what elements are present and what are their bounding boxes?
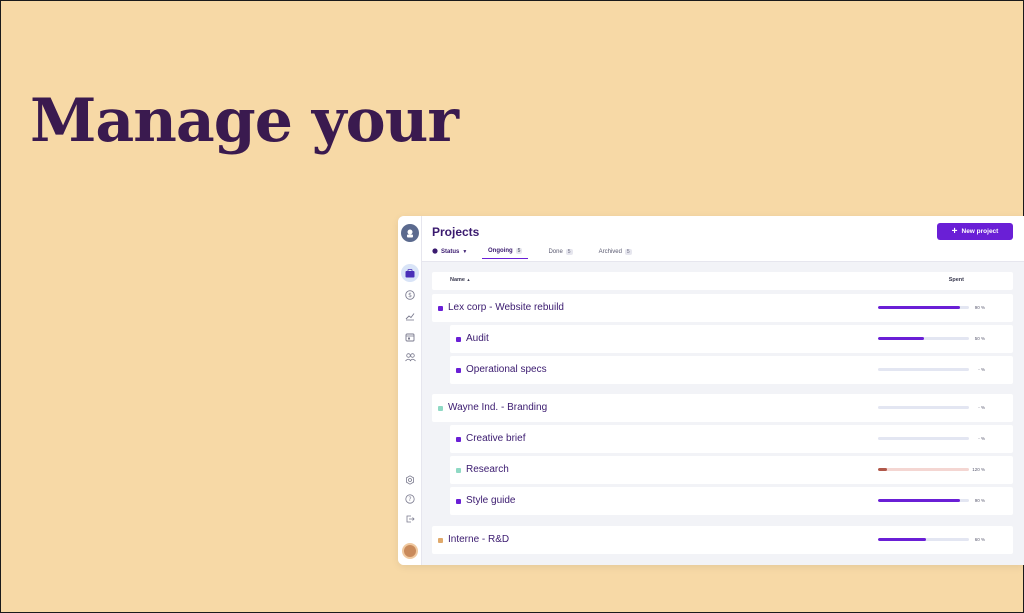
project-name[interactable]: Wayne Ind. - Branding bbox=[448, 402, 547, 413]
project-color-dot bbox=[456, 437, 461, 442]
spent-progress-bar bbox=[878, 468, 969, 471]
spent-progress-bar bbox=[878, 306, 969, 309]
chevron-down-icon: ▼ bbox=[462, 249, 468, 255]
project-color-dot bbox=[456, 499, 461, 504]
chart-icon[interactable] bbox=[404, 310, 416, 322]
dollar-icon[interactable]: $ bbox=[404, 289, 416, 301]
project-color-dot bbox=[456, 468, 461, 473]
page-title: Projects bbox=[432, 225, 480, 239]
project-row[interactable]: Wayne Ind. - Branding - % bbox=[432, 394, 1013, 422]
project-row[interactable]: Audit 50 % bbox=[450, 325, 1013, 353]
spent-progress-fill bbox=[878, 499, 960, 502]
svg-text:?: ? bbox=[408, 496, 411, 503]
project-color-dot bbox=[438, 538, 443, 543]
tab-archived[interactable]: Archived 5 bbox=[593, 246, 638, 259]
spent-progress-bar bbox=[878, 538, 969, 541]
new-project-button[interactable]: + New project bbox=[937, 223, 1013, 240]
spent-progress-fill bbox=[878, 468, 888, 471]
tab-label: Ongoing bbox=[488, 248, 513, 254]
sort-icon: ▲ bbox=[466, 277, 471, 282]
svg-text:$: $ bbox=[408, 292, 412, 299]
project-name[interactable]: Operational specs bbox=[466, 364, 547, 375]
project-name[interactable]: Research bbox=[466, 464, 509, 475]
app-window: $ ? Projects + New project Status ▼ Ongo… bbox=[398, 216, 1024, 565]
new-project-label: New project bbox=[961, 228, 999, 235]
column-name-header[interactable]: Name ▲ bbox=[450, 277, 470, 283]
hero-title: Manage your bbox=[30, 86, 459, 156]
status-filter[interactable]: Status ▼ bbox=[432, 248, 467, 256]
spent-progress-bar bbox=[878, 368, 969, 371]
project-row[interactable]: Research 120 % bbox=[450, 456, 1013, 484]
main-panel: Projects + New project Status ▼ Ongoing … bbox=[422, 216, 1024, 565]
project-color-dot bbox=[456, 337, 461, 342]
spent-progress-fill bbox=[878, 337, 924, 340]
spent-percent: 90 % bbox=[974, 305, 985, 310]
project-color-dot bbox=[438, 406, 443, 411]
spent-progress-bar bbox=[878, 437, 969, 440]
spent-percent: - % bbox=[978, 367, 985, 372]
sidebar: $ ? bbox=[398, 216, 422, 565]
tab-done[interactable]: Done 5 bbox=[542, 246, 578, 259]
help-icon[interactable]: ? bbox=[404, 493, 416, 505]
project-row[interactable]: Interne - R&D 60 % bbox=[432, 526, 1013, 554]
spent-percent: 90 % bbox=[974, 498, 985, 503]
user-avatar[interactable] bbox=[402, 543, 418, 559]
tab-count: 5 bbox=[624, 248, 632, 255]
project-name[interactable]: Creative brief bbox=[466, 433, 525, 444]
spent-percent: 50 % bbox=[974, 336, 985, 341]
status-filter-label: Status bbox=[441, 249, 460, 255]
spent-progress-fill bbox=[878, 306, 960, 309]
spent-progress-bar bbox=[878, 337, 969, 340]
tab-ongoing[interactable]: Ongoing 5 bbox=[482, 246, 529, 259]
project-row[interactable]: Operational specs - % bbox=[450, 356, 1013, 384]
project-row[interactable]: Lex corp - Website rebuild 90 % bbox=[432, 294, 1013, 322]
spent-progress-bar bbox=[878, 499, 969, 502]
project-name[interactable]: Lex corp - Website rebuild bbox=[448, 302, 564, 313]
team-icon[interactable] bbox=[404, 351, 416, 363]
tab-label: Done bbox=[548, 248, 563, 255]
app-logo-icon[interactable] bbox=[401, 224, 419, 242]
project-row[interactable]: Style guide 90 % bbox=[450, 487, 1013, 515]
tab-label: Archived bbox=[598, 248, 622, 255]
tab-bar: Ongoing 5 Done 5 Archived 5 bbox=[482, 246, 638, 259]
tab-count: 5 bbox=[565, 248, 573, 255]
plus-icon: + bbox=[951, 225, 958, 237]
spent-percent: 120 % bbox=[972, 467, 985, 472]
project-name[interactable]: Audit bbox=[466, 333, 489, 344]
project-color-dot bbox=[456, 368, 461, 373]
tab-count: 5 bbox=[515, 248, 523, 254]
project-name[interactable]: Style guide bbox=[466, 495, 515, 506]
column-name-label: Name bbox=[450, 277, 465, 283]
spent-progress-fill bbox=[878, 538, 927, 541]
briefcase-icon[interactable] bbox=[401, 264, 419, 282]
spent-percent: 60 % bbox=[974, 537, 985, 542]
project-color-dot bbox=[438, 306, 443, 311]
logout-icon[interactable] bbox=[404, 513, 416, 525]
spent-percent: - % bbox=[978, 436, 985, 441]
topbar: Projects + New project Status ▼ Ongoing … bbox=[422, 216, 1024, 262]
filter-icon bbox=[432, 248, 438, 256]
settings-icon[interactable] bbox=[404, 474, 416, 486]
column-spent-header[interactable]: Spent bbox=[949, 277, 964, 283]
calendar-icon[interactable] bbox=[404, 331, 416, 343]
spent-progress-bar bbox=[878, 406, 969, 409]
spent-percent: - % bbox=[978, 405, 985, 410]
project-name[interactable]: Interne - R&D bbox=[448, 534, 509, 545]
table-header: Name ▲ Spent bbox=[432, 272, 1013, 290]
project-row[interactable]: Creative brief - % bbox=[450, 425, 1013, 453]
